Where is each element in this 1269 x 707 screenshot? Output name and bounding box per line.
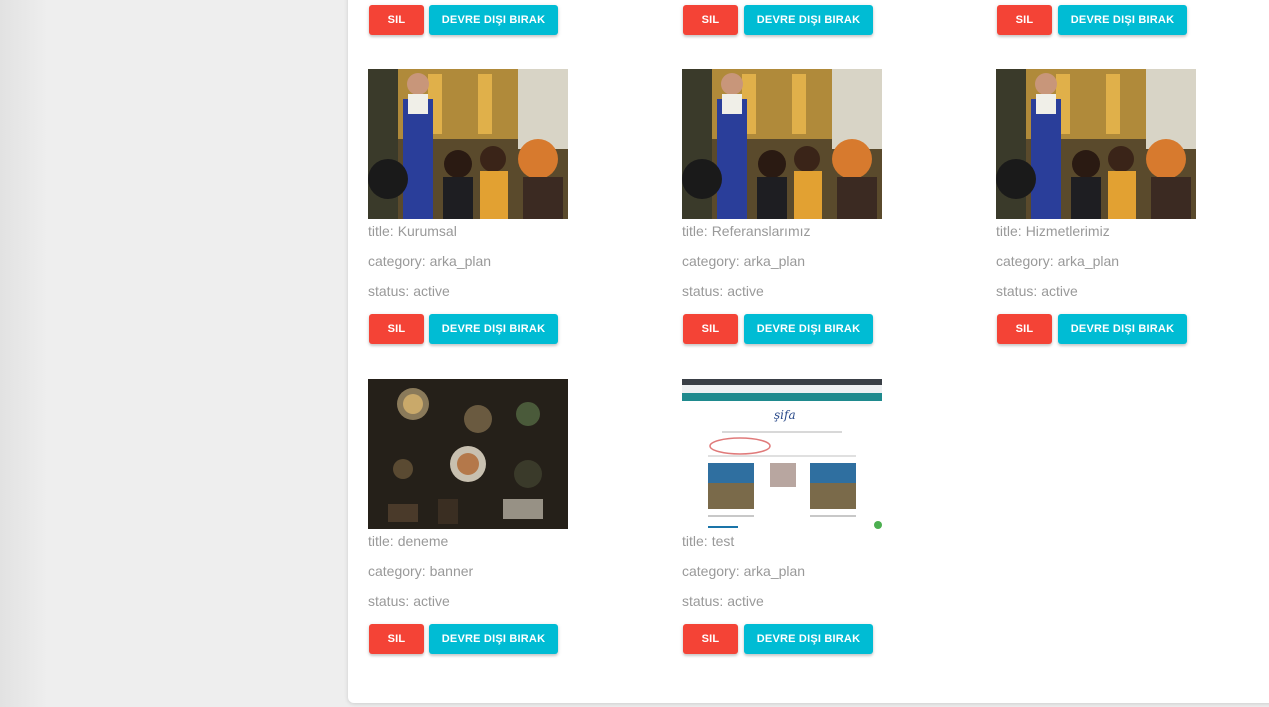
item-status: status: active <box>682 283 764 299</box>
item-title: title: deneme <box>368 533 448 549</box>
status-value: active <box>413 283 450 299</box>
category-label: category: <box>996 253 1054 269</box>
delete-button[interactable]: SIL <box>683 624 738 654</box>
list-item: şifa title: test category: arka_plan sta… <box>682 379 902 659</box>
category-value: arka_plan <box>429 253 492 269</box>
deactivate-button[interactable]: DEVRE DIŞI BIRAK <box>429 314 558 344</box>
item-status: status: active <box>368 593 450 609</box>
item-category: category: arka_plan <box>996 253 1119 269</box>
status-value: active <box>727 283 764 299</box>
content-card: SIL DEVRE DIŞI BIRAK SIL DEVRE DIŞI BIRA… <box>348 0 1269 703</box>
delete-button[interactable]: SIL <box>683 5 738 35</box>
deactivate-button[interactable]: DEVRE DIŞI BIRAK <box>1058 5 1187 35</box>
item-image <box>996 69 1196 219</box>
item-title: title: Kurumsal <box>368 223 457 239</box>
deactivate-button[interactable]: DEVRE DIŞI BIRAK <box>429 5 558 35</box>
title-value: Referanslarımız <box>711 223 811 239</box>
category-value: banner <box>429 563 474 579</box>
title-label: title: <box>368 223 394 239</box>
status-label: status: <box>996 283 1038 299</box>
item-category: category: arka_plan <box>368 253 491 269</box>
title-label: title: <box>368 533 394 549</box>
title-label: title: <box>682 223 708 239</box>
category-value: arka_plan <box>1057 253 1120 269</box>
category-label: category: <box>682 563 740 579</box>
status-label: status: <box>682 593 724 609</box>
status-label: status: <box>682 283 724 299</box>
category-value: arka_plan <box>743 563 806 579</box>
delete-button[interactable]: SIL <box>369 5 424 35</box>
deactivate-button[interactable]: DEVRE DIŞI BIRAK <box>744 314 873 344</box>
deactivate-button[interactable]: DEVRE DIŞI BIRAK <box>1058 314 1187 344</box>
item-status: status: active <box>368 283 450 299</box>
item-title: title: Referanslarımız <box>682 223 811 239</box>
item-category: category: arka_plan <box>682 253 805 269</box>
category-label: category: <box>682 253 740 269</box>
deactivate-button[interactable]: DEVRE DIŞI BIRAK <box>429 624 558 654</box>
title-value: Hizmetlerimiz <box>1025 223 1110 239</box>
status-label: status: <box>368 283 410 299</box>
list-item: title: Referanslarımız category: arka_plan… <box>682 69 902 349</box>
delete-button[interactable]: SIL <box>369 624 424 654</box>
item-status: status: active <box>996 283 1078 299</box>
title-label: title: <box>996 223 1022 239</box>
sidebar-shadow <box>0 0 48 707</box>
deactivate-button[interactable]: DEVRE DIŞI BIRAK <box>744 624 873 654</box>
title-value: deneme <box>397 533 449 549</box>
status-value: active <box>413 593 450 609</box>
item-title: title: Hizmetlerimiz <box>996 223 1110 239</box>
item-category: category: arka_plan <box>682 563 805 579</box>
item-category: category: banner <box>368 563 473 579</box>
item-image <box>368 69 568 219</box>
delete-button[interactable]: SIL <box>369 314 424 344</box>
delete-button[interactable]: SIL <box>997 314 1052 344</box>
item-image <box>682 69 882 219</box>
category-value: arka_plan <box>743 253 806 269</box>
title-value: test <box>711 533 735 549</box>
svg-text:şifa: şifa <box>774 408 796 422</box>
item-image <box>368 379 568 529</box>
item-image: şifa <box>682 379 882 529</box>
item-status: status: active <box>682 593 764 609</box>
category-label: category: <box>368 563 426 579</box>
list-item: title: Hizmetlerimiz category: arka_plan s… <box>996 69 1216 349</box>
deactivate-button[interactable]: DEVRE DIŞI BIRAK <box>744 5 873 35</box>
status-label: status: <box>368 593 410 609</box>
status-value: active <box>1041 283 1078 299</box>
category-label: category: <box>368 253 426 269</box>
delete-button[interactable]: SIL <box>683 314 738 344</box>
list-item: title: deneme category: banner status: acti… <box>368 379 588 659</box>
item-title: title: test <box>682 533 734 549</box>
status-value: active <box>727 593 764 609</box>
title-value: Kurumsal <box>397 223 457 239</box>
title-label: title: <box>682 533 708 549</box>
list-item: title: Kurumsal category: arka_plan status… <box>368 69 588 349</box>
delete-button[interactable]: SIL <box>997 5 1052 35</box>
